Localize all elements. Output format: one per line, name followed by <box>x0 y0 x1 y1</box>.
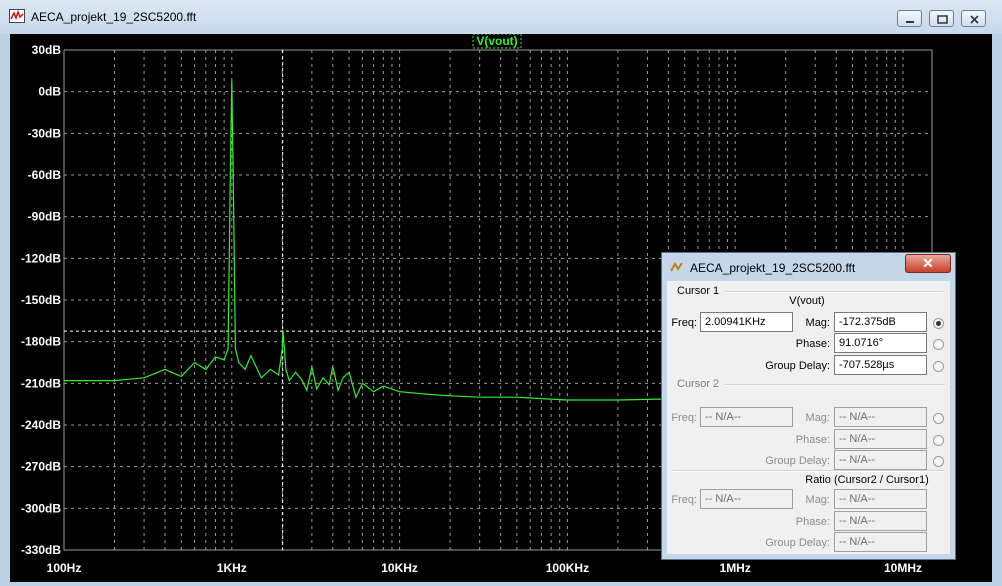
close-icon <box>970 15 979 24</box>
waveform-icon <box>670 262 683 272</box>
y-tick-label: -30dB <box>28 126 62 140</box>
ratio-group-delay-label: Group Delay: <box>765 537 830 549</box>
waveform-icon <box>9 9 25 23</box>
x-tick-label: 100KHz <box>546 561 589 575</box>
cursor1-mag-radio[interactable] <box>933 318 944 329</box>
cursor1-mag-field[interactable]: -172.375dB <box>834 312 927 332</box>
cursor2-group-label: Cursor 2 <box>677 378 720 390</box>
cursor2-mag-field[interactable]: -- N/A-- <box>834 407 927 427</box>
minimize-icon <box>906 21 914 23</box>
cursor1-freq-label: Freq: <box>671 317 697 329</box>
x-tick-label: 10MHz <box>884 561 922 575</box>
trace-label: V(vout) <box>476 34 517 48</box>
y-tick-label: -180dB <box>21 335 61 349</box>
cursor1-phase-radio[interactable] <box>933 339 944 350</box>
restore-icon <box>937 15 948 24</box>
cursor2-freq-field[interactable]: -- N/A-- <box>700 407 793 427</box>
cursor1-signal: V(vout) <box>789 295 825 307</box>
y-tick-label: -120dB <box>21 251 61 265</box>
ratio-freq-field[interactable]: -- N/A-- <box>700 489 793 509</box>
y-tick-label: -210dB <box>21 376 61 390</box>
window-title: AECA_projekt_19_2SC5200.fft <box>31 10 197 24</box>
cursor2-mag-radio[interactable] <box>933 413 944 424</box>
close-icon: ✕ <box>922 255 934 271</box>
cursor2-mag-label: Mag: <box>805 412 830 424</box>
cursor1-mag-label: Mag: <box>805 317 830 329</box>
cursor1-phase-field[interactable]: 91.0716° <box>834 333 927 353</box>
y-tick-label: -270dB <box>21 460 61 474</box>
dialog-titlebar: AECA_projekt_19_2SC5200.fft ✕ <box>662 253 955 279</box>
cursor2-phase-label: Phase: <box>795 434 830 446</box>
ratio-phase-field[interactable]: -- N/A-- <box>834 511 927 531</box>
cursor2-phase-field[interactable]: -- N/A-- <box>834 429 927 449</box>
y-tick-label: 0dB <box>38 85 61 99</box>
ratio-mag-label: Mag: <box>805 494 830 506</box>
y-tick-label: -240dB <box>21 418 61 432</box>
dialog-body: Cursor 1 V(vout) Freq: 2.00941KHz Mag: -… <box>667 281 950 554</box>
cursor1-group-delay-radio[interactable] <box>933 361 944 372</box>
cursor1-phase-label: Phase: <box>795 338 830 350</box>
minimize-button[interactable] <box>897 10 922 27</box>
cursor1-group-delay-label: Group Delay: <box>765 360 830 372</box>
x-tick-label: 100Hz <box>47 561 82 575</box>
divider <box>673 470 945 472</box>
cursor2-group-delay-radio[interactable] <box>933 456 944 467</box>
cursor2-group-delay-label: Group Delay: <box>765 455 830 467</box>
x-tick-label: 1MHz <box>720 561 751 575</box>
cursor2-group-delay-field[interactable]: -- N/A-- <box>834 450 927 470</box>
y-tick-label: 30dB <box>32 43 62 57</box>
divider <box>725 384 945 386</box>
ratio-phase-label: Phase: <box>795 516 830 528</box>
cursor1-group-delay-field[interactable]: -707.528µs <box>834 355 927 375</box>
close-button[interactable] <box>961 10 986 27</box>
cursor-dialog: AECA_projekt_19_2SC5200.fft ✕ Cursor 1 V… <box>661 252 956 560</box>
cursor2-phase-radio[interactable] <box>933 435 944 446</box>
dialog-close-button[interactable]: ✕ <box>905 254 951 273</box>
y-tick-label: -150dB <box>21 293 61 307</box>
restore-button[interactable] <box>929 10 954 27</box>
y-tick-label: -60dB <box>28 168 62 182</box>
y-tick-label: -90dB <box>28 210 62 224</box>
ratio-mag-field[interactable]: -- N/A-- <box>834 489 927 509</box>
ratio-freq-label: Freq: <box>671 494 697 506</box>
window-titlebar: AECA_projekt_19_2SC5200.fft <box>0 0 1002 34</box>
x-tick-label: 1KHz <box>217 561 247 575</box>
y-tick-label: -300dB <box>21 501 61 515</box>
dialog-title: AECA_projekt_19_2SC5200.fft <box>690 261 856 275</box>
cursor1-freq-field[interactable]: 2.00941KHz <box>700 312 793 332</box>
cursor1-group-label: Cursor 1 <box>677 285 720 297</box>
trace-label-box[interactable]: V(vout) <box>472 34 522 49</box>
x-tick-label: 10KHz <box>381 561 418 575</box>
ratio-group-delay-field[interactable]: -- N/A-- <box>834 532 927 552</box>
ratio-group-label: Ratio (Cursor2 / Cursor1) <box>805 474 929 486</box>
cursor2-freq-label: Freq: <box>671 412 697 424</box>
divider <box>725 291 945 293</box>
y-tick-label: -330dB <box>21 543 61 557</box>
